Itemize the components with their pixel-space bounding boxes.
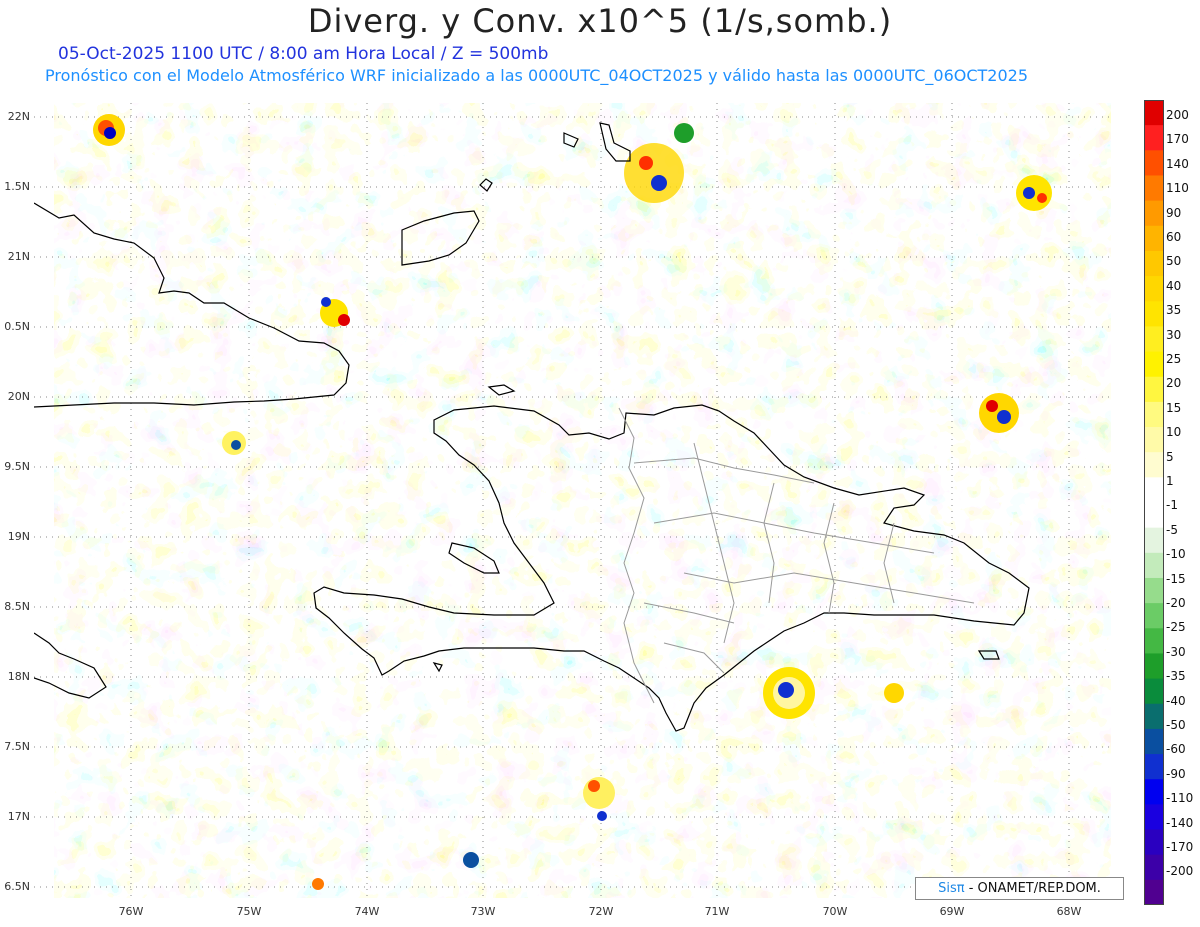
- lat-label: 22N: [7, 110, 30, 123]
- colorbar-swatch: [1144, 552, 1164, 579]
- colorbar-swatch: [1144, 200, 1164, 227]
- colorbar-swatch: [1144, 603, 1164, 629]
- lat-label: 7.5N: [4, 740, 30, 753]
- colorbar-swatch: [1144, 879, 1164, 905]
- colorbar-tick-label: -30: [1166, 644, 1186, 659]
- lat-label: 17N: [7, 810, 30, 823]
- lon-label: 71W: [704, 905, 730, 918]
- colorbar-swatch: [1144, 678, 1164, 705]
- colorbar-swatch: [1144, 376, 1164, 403]
- colorbar-tick-label: 1: [1166, 474, 1174, 488]
- colorbar-swatch: [1144, 829, 1164, 856]
- colorbar-swatch: [1144, 225, 1164, 252]
- colorbar-swatch: [1144, 653, 1164, 680]
- colorbar-tick-label: -140: [1166, 815, 1194, 830]
- colorbar-tick-label: -20: [1166, 596, 1186, 610]
- lat-label: 0.5N: [4, 320, 30, 333]
- colorbar-tick-label: -200: [1166, 864, 1194, 879]
- colorbar-swatch: [1144, 301, 1164, 327]
- colorbar-tick-label: -60: [1166, 742, 1186, 757]
- credit-box: Sisπ - ONAMET/REP.DOM.: [915, 877, 1124, 900]
- lon-label: 76W: [118, 905, 144, 918]
- colorbar-tick-label: 15: [1166, 400, 1182, 415]
- colorbar-tick-label: 170: [1166, 132, 1189, 147]
- colorbar-tick-label: -40: [1166, 693, 1186, 708]
- colorbar-tick-label: -50: [1166, 718, 1186, 732]
- colorbar-tick-label: -90: [1166, 766, 1186, 781]
- colorbar-tick-label: -25: [1166, 620, 1186, 635]
- colorbar-swatch: [1144, 804, 1164, 831]
- lat-label: 20N: [7, 390, 30, 403]
- colorbar-tick-label: -15: [1166, 571, 1186, 586]
- colorbar-swatch: [1144, 854, 1164, 881]
- chart-title: Diverg. y Conv. x10^5 (1/s,somb.): [307, 2, 893, 40]
- colorbar-swatch: [1144, 276, 1164, 302]
- colorbar-swatch: [1144, 125, 1164, 151]
- lon-label: 73W: [470, 905, 496, 918]
- colorbar-tick-label: 35: [1166, 303, 1182, 318]
- lon-label: 75W: [236, 905, 262, 918]
- colorbar-tick-label: 30: [1166, 327, 1182, 342]
- colorbar-tick-label: 50: [1166, 254, 1182, 269]
- lat-label: 18N: [7, 670, 30, 683]
- colorbar-swatch: [1144, 527, 1164, 554]
- credit-brand: Sis: [938, 881, 957, 896]
- colorbar-tick-label: -1: [1166, 498, 1178, 513]
- colorbar-swatch: [1144, 150, 1164, 176]
- colorbar-tick-label: 10: [1166, 425, 1182, 440]
- colorbar-tick-label: 60: [1166, 230, 1182, 244]
- colorbar-tick-label: -110: [1166, 791, 1194, 806]
- lat-label: 8.5N: [4, 600, 30, 613]
- forecast-date-subtitle: 05-Oct-2025 1100 UTC / 8:00 am Hora Loca…: [58, 44, 549, 64]
- colorbar-tick-label: -35: [1166, 669, 1186, 684]
- colorbar: [1144, 100, 1164, 905]
- colorbar-swatch: [1144, 477, 1164, 503]
- colorbar-swatch: [1144, 728, 1164, 755]
- lon-label: 74W: [354, 905, 380, 918]
- colorbar-swatch: [1144, 452, 1164, 478]
- colorbar-swatch: [1144, 577, 1164, 604]
- colorbar-swatch: [1144, 326, 1164, 353]
- lat-label: 21N: [7, 250, 30, 263]
- lon-label: 70W: [822, 905, 848, 918]
- colorbar-tick-label: -170: [1166, 840, 1194, 854]
- credit-text: - ONAMET/REP.DOM.: [964, 881, 1101, 896]
- lat-label: 19N: [7, 530, 30, 543]
- pi-logo-icon: π: [956, 881, 965, 896]
- divergence-map: [34, 103, 1111, 898]
- colorbar-swatch: [1144, 351, 1164, 378]
- colorbar-swatch: [1144, 401, 1164, 428]
- colorbar-tick-label: 5: [1166, 449, 1174, 464]
- lon-label: 68W: [1056, 905, 1082, 918]
- colorbar-swatch: [1144, 754, 1164, 780]
- colorbar-tick-label: -10: [1166, 547, 1186, 562]
- lat-label: 9.5N: [4, 460, 30, 473]
- model-info-subtitle: Pronóstico con el Modelo Atmosférico WRF…: [45, 66, 1029, 85]
- colorbar-tick-label: 140: [1166, 156, 1189, 171]
- colorbar-swatch: [1144, 100, 1164, 126]
- colorbar-swatch: [1144, 250, 1164, 277]
- colorbar-swatch: [1144, 502, 1164, 529]
- colorbar-swatch: [1144, 703, 1164, 730]
- colorbar-swatch: [1144, 628, 1164, 654]
- colorbar-tick-label: 40: [1166, 278, 1182, 293]
- colorbar-tick-label: 200: [1166, 108, 1189, 122]
- colorbar-swatch: [1144, 175, 1164, 202]
- divergence-field: [54, 103, 1111, 898]
- lon-label: 72W: [588, 905, 614, 918]
- colorbar-tick-label: 20: [1166, 376, 1182, 391]
- colorbar-tick-label: -5: [1166, 522, 1178, 537]
- lat-label: 1.5N: [4, 180, 30, 193]
- colorbar-swatch: [1144, 427, 1164, 453]
- lon-label: 69W: [939, 905, 965, 918]
- colorbar-tick-label: 110: [1166, 181, 1189, 196]
- colorbar-tick-label: 90: [1166, 205, 1182, 220]
- lat-label: 6.5N: [4, 880, 30, 893]
- colorbar-swatch: [1144, 779, 1164, 805]
- colorbar-tick-label: 25: [1166, 352, 1182, 366]
